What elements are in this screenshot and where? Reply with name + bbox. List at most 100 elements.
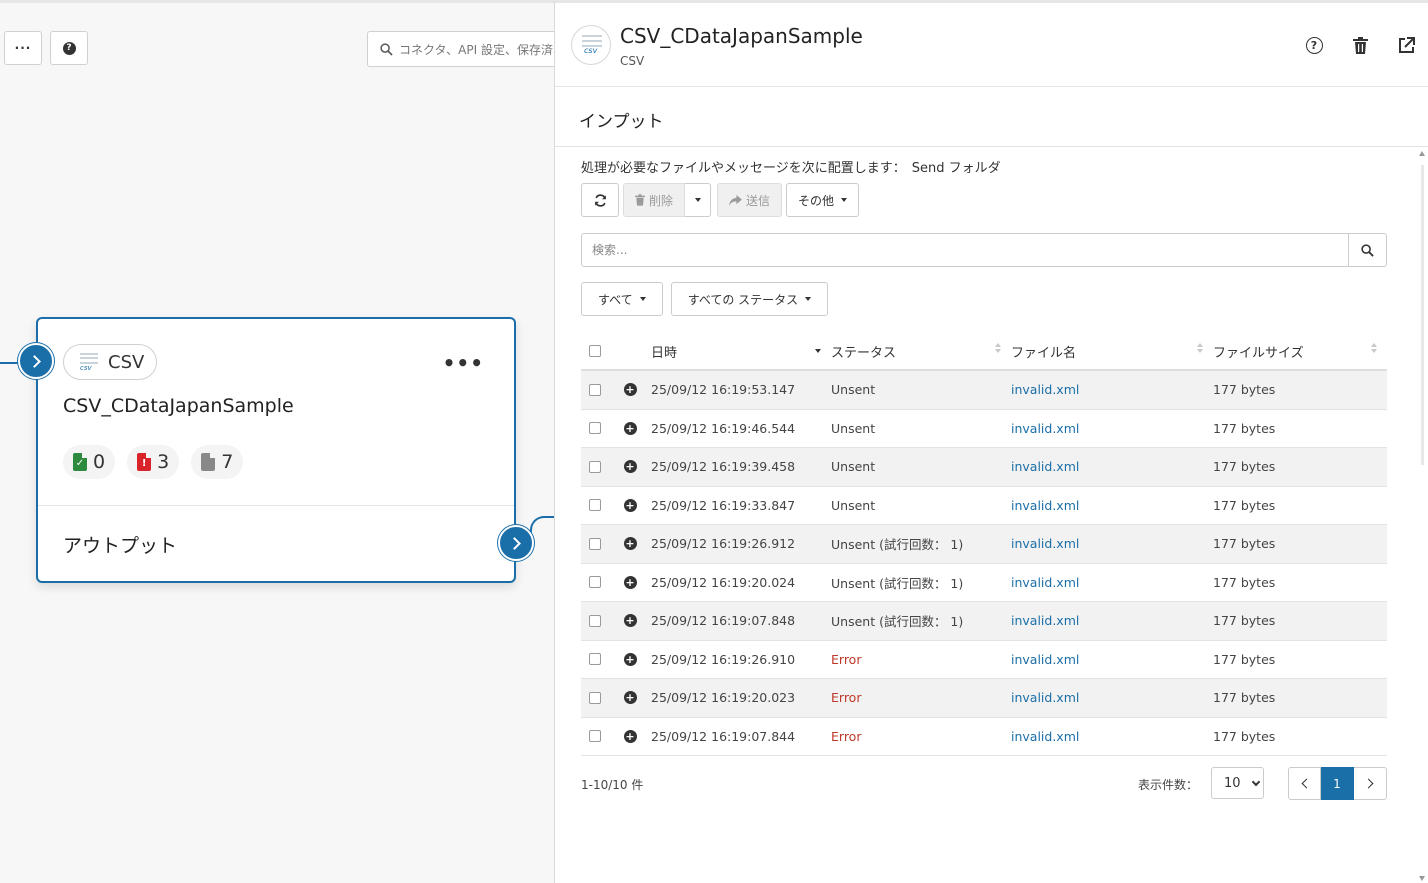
sort-desc-icon [815, 343, 821, 361]
node-title: CSV_CDataJapanSample [63, 395, 294, 417]
table-row[interactable]: +25/09/12 16:19:20.024 Unsent (試行回数： 1) in… [581, 564, 1387, 602]
select-all-checkbox[interactable] [589, 345, 601, 357]
row-filesize: 177 bytes [1213, 651, 1276, 667]
external-link-icon [1398, 36, 1415, 53]
row-checkbox[interactable] [589, 576, 601, 589]
row-status: Unsent [831, 497, 876, 513]
row-checkbox[interactable] [589, 499, 601, 512]
row-status: Error [831, 651, 862, 667]
row-filename-link[interactable]: invalid.xml [1011, 459, 1213, 474]
row-checkbox[interactable] [589, 537, 601, 550]
table-row[interactable]: +25/09/12 16:19:53.147 Unsent invalid.xml 1… [581, 371, 1387, 410]
scroll-up-icon [1419, 151, 1425, 156]
row-filesize: 177 bytes [1213, 497, 1276, 513]
help-button[interactable]: ? [1291, 33, 1337, 57]
row-filesize: 177 bytes [1213, 382, 1276, 398]
filename-column-header[interactable]: ファイル名 [1011, 342, 1213, 361]
chevron-right-icon [508, 536, 521, 550]
expand-row-icon[interactable]: + [623, 652, 637, 666]
send-button[interactable]: 送信 [717, 183, 783, 217]
other-actions-dropdown[interactable]: その他 [786, 183, 860, 217]
flow-canvas[interactable]: ··· ? コネクタ、API 設定、保存済み csv CSV ••• CSV_C… [0, 0, 567, 883]
other-label: その他 [798, 193, 835, 208]
row-filename-link[interactable]: invalid.xml [1011, 382, 1213, 397]
scrollbar-thumb[interactable] [1421, 165, 1424, 465]
canvas-search-input[interactable]: コネクタ、API 設定、保存済み [367, 31, 567, 67]
row-filesize: 177 bytes [1213, 574, 1276, 590]
row-filename-link[interactable]: invalid.xml [1011, 652, 1213, 667]
expand-row-icon[interactable]: + [623, 460, 637, 474]
output-port-button[interactable] [498, 525, 534, 561]
expand-row-icon[interactable]: + [623, 691, 637, 705]
delete-dropdown-toggle[interactable] [685, 183, 712, 217]
row-date: 25/09/12 16:19:53.147 [651, 382, 796, 398]
table-row[interactable]: +25/09/12 16:19:33.847 Unsent invalid.xml 1… [581, 487, 1387, 525]
expand-row-icon[interactable]: + [623, 614, 637, 628]
table-row[interactable]: +25/09/12 16:19:46.544 Unsent invalid.xml 1… [581, 410, 1387, 448]
file-error-icon: ! [137, 453, 152, 471]
share-icon [729, 194, 742, 206]
delete-button[interactable]: 削除 [623, 183, 686, 217]
file-search-input[interactable] [581, 233, 1349, 267]
row-date: 25/09/12 16:19:07.844 [651, 728, 796, 744]
row-checkbox[interactable] [589, 422, 601, 435]
node-type-label: CSV [108, 351, 145, 373]
panel-title: CSV_CDataJapanSample [620, 24, 863, 48]
row-checkbox[interactable] [589, 383, 601, 396]
input-port-button[interactable] [18, 343, 54, 379]
send-folder-link[interactable]: Send フォルダ [912, 161, 1001, 176]
chevron-left-icon [1301, 778, 1311, 789]
caret-down-icon [805, 297, 812, 301]
table-row[interactable]: +25/09/12 16:19:07.848 Unsent (試行回数： 1) in… [581, 602, 1387, 641]
page-button-current[interactable]: 1 [1321, 767, 1354, 800]
expand-row-icon[interactable]: + [623, 537, 637, 551]
more-options-button[interactable]: ··· [4, 31, 42, 65]
row-date: 25/09/12 16:19:39.458 [651, 459, 796, 475]
table-row[interactable]: +25/09/12 16:19:20.023 Error invalid.xml 17… [581, 679, 1387, 718]
status-filter-dropdown[interactable]: すべての ステータス [670, 282, 829, 316]
page-size-select[interactable]: 10 [1211, 767, 1264, 799]
ellipsis-icon: ··· [14, 41, 32, 55]
open-external-button[interactable] [1383, 33, 1428, 57]
row-checkbox[interactable] [589, 730, 601, 743]
connector-node-card[interactable]: csv CSV ••• CSV_CDataJapanSample ✓ 0 ! 3… [18, 317, 534, 583]
previous-page-button[interactable] [1288, 767, 1321, 800]
expand-row-icon[interactable]: + [623, 383, 637, 397]
refresh-button[interactable] [581, 183, 619, 217]
row-filename-link[interactable]: invalid.xml [1011, 536, 1213, 551]
search-button[interactable] [1349, 233, 1387, 267]
success-count-badge[interactable]: ✓ 0 [63, 445, 116, 479]
node-type-badge: csv CSV [63, 344, 158, 380]
node-menu-button[interactable]: ••• [443, 351, 484, 375]
table-row[interactable]: +25/09/12 16:19:39.458 Unsent invalid.xml 1… [581, 448, 1387, 487]
expand-row-icon[interactable]: + [623, 575, 637, 589]
table-row[interactable]: +25/09/12 16:19:07.844 Error invalid.xml 17… [581, 718, 1387, 756]
table-row[interactable]: +25/09/12 16:19:26.912 Unsent (試行回数： 1) in… [581, 525, 1387, 564]
delete-connector-button[interactable] [1337, 33, 1383, 57]
row-filename-link[interactable]: invalid.xml [1011, 729, 1213, 744]
date-column-header[interactable]: 日時 [651, 342, 831, 361]
page-size-value: 10 [1224, 775, 1241, 791]
filesize-column-header[interactable]: ファイルサイズ [1213, 342, 1387, 361]
row-status: Error [831, 728, 862, 744]
row-checkbox[interactable] [589, 653, 601, 666]
row-filename-link[interactable]: invalid.xml [1011, 498, 1213, 513]
row-filename-link[interactable]: invalid.xml [1011, 421, 1213, 436]
expand-row-icon[interactable]: + [623, 421, 637, 435]
error-count-badge[interactable]: ! 3 [127, 445, 180, 479]
row-checkbox[interactable] [589, 691, 601, 704]
type-filter-dropdown[interactable]: すべて [581, 282, 663, 316]
table-row[interactable]: +25/09/12 16:19:26.910 Error invalid.xml 17… [581, 641, 1387, 679]
row-filename-link[interactable]: invalid.xml [1011, 613, 1213, 628]
row-checkbox[interactable] [589, 614, 601, 627]
row-checkbox[interactable] [589, 460, 601, 473]
status-column-header[interactable]: ステータス [831, 342, 1011, 361]
panel-scrollbar[interactable] [1418, 151, 1426, 881]
expand-row-icon[interactable]: + [623, 498, 637, 512]
next-page-button[interactable] [1354, 767, 1387, 800]
row-filename-link[interactable]: invalid.xml [1011, 575, 1213, 590]
expand-row-icon[interactable]: + [623, 729, 637, 743]
pending-count-badge[interactable]: 7 [191, 445, 244, 479]
help-button[interactable]: ? [50, 31, 88, 65]
row-filename-link[interactable]: invalid.xml [1011, 690, 1213, 705]
